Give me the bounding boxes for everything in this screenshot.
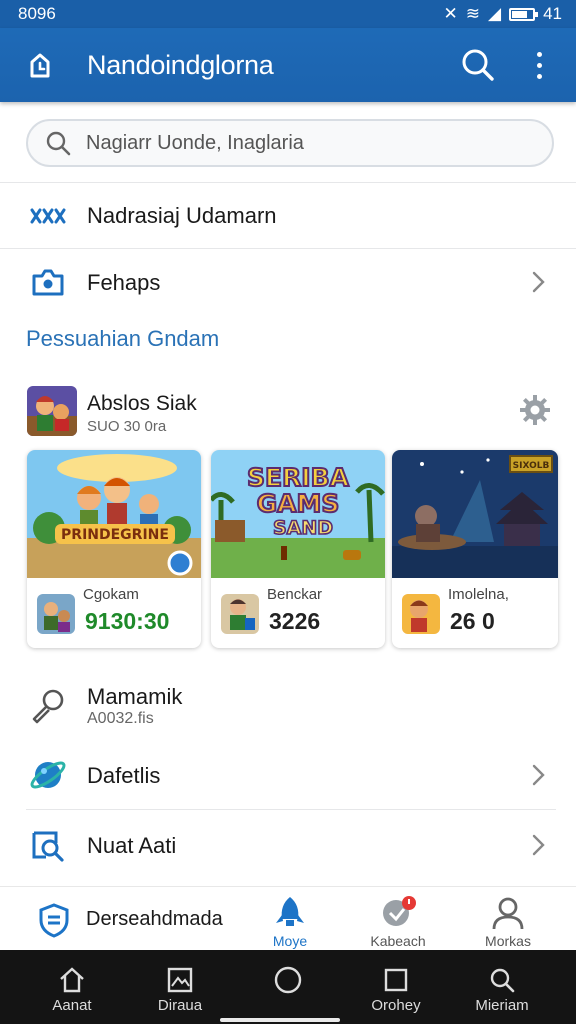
list-item-label: Nuat Aati xyxy=(87,833,177,858)
game-card-art: SIXOLB xyxy=(392,450,558,578)
rocket-icon xyxy=(276,897,304,926)
list-item-label: Mamamik xyxy=(87,684,183,709)
search-input[interactable]: Nagiarr Uonde, Inaglaria xyxy=(26,119,554,167)
game-card[interactable]: PRINDEGRINE Cgokam 9130:30 xyxy=(27,450,201,648)
nav-label: Orohey xyxy=(371,997,421,1014)
gallery-icon xyxy=(167,967,193,993)
clock-icon[interactable] xyxy=(24,50,56,82)
nav-orohey[interactable]: Orohey xyxy=(341,950,451,1024)
app-title: Nandoindglorna xyxy=(87,50,274,80)
search-icon xyxy=(490,968,515,993)
menu-item-label: Nadrasiaj Udamarn xyxy=(87,203,277,228)
home-indicator[interactable] xyxy=(220,1018,340,1022)
square-icon xyxy=(384,968,408,992)
mute-icon: ✕ xyxy=(443,4,458,23)
menu-item-nadrasiaj[interactable]: Nadrasiaj Udamarn xyxy=(0,185,576,247)
game-card-price: 3226 xyxy=(269,608,321,634)
shuffle-stars-icon xyxy=(28,196,68,236)
list-item-mamamik[interactable]: Mamamik A0032.fis xyxy=(0,676,576,738)
game-thumb xyxy=(221,594,259,634)
signal-icon: ◢ xyxy=(488,4,502,23)
game-card-art-text: SIXOLB xyxy=(513,461,550,471)
home-icon xyxy=(60,967,84,993)
featured-title: Abslos Siak xyxy=(87,392,197,415)
status-time: 8096 xyxy=(18,4,56,23)
nav-circle-home[interactable] xyxy=(233,950,343,1024)
game-card-price: 9130:30 xyxy=(85,608,170,634)
system-nav-bar: Aanat Diraua Orohey Mieriam xyxy=(0,950,576,1024)
tab-label: Derseahdmada xyxy=(86,908,223,930)
wrench-icon xyxy=(28,686,68,726)
game-thumb xyxy=(37,594,75,634)
app-bar: Nandoindglorna xyxy=(0,28,576,102)
divider xyxy=(0,248,576,249)
game-card-art-text: SERIBA xyxy=(247,463,350,492)
tab-moye[interactable]: Moye xyxy=(250,887,330,951)
person-icon xyxy=(492,897,524,930)
list-item-label: Dafetlis xyxy=(87,763,161,788)
chevron-right-icon xyxy=(532,834,545,856)
planet-icon xyxy=(28,755,68,795)
more-vertical-icon[interactable] xyxy=(524,47,554,83)
section-title: Pessuahian Gndam xyxy=(26,326,220,351)
nav-label: Mieriam xyxy=(475,997,529,1014)
nav-diraua[interactable]: Diraua xyxy=(125,950,235,1024)
battery-icon xyxy=(509,7,539,21)
nav-home[interactable]: Aanat xyxy=(17,950,127,1024)
tab-derseahdmada[interactable]: Derseahdmada xyxy=(0,887,250,951)
tab-label: Morkas xyxy=(485,933,531,949)
divider xyxy=(0,182,576,183)
wifi-icon: ≋ xyxy=(465,4,480,23)
list-item-nuat-aati[interactable]: Nuat Aati xyxy=(0,814,576,876)
game-card-art-text: GAMS xyxy=(257,489,340,518)
tab-kabeach[interactable]: Kabeach xyxy=(356,887,440,951)
nav-label: Aanat xyxy=(52,997,92,1014)
game-card-art: SERIBA GAMS SAND xyxy=(211,450,385,578)
game-card[interactable]: SERIBA GAMS SAND Benckar 3226 xyxy=(211,450,385,648)
game-card-art-text: PRINDEGRINE xyxy=(61,527,169,543)
game-card-art-text: SAND xyxy=(273,517,333,539)
menu-item-fehaps[interactable]: Fehaps xyxy=(0,251,576,313)
tab-label: Moye xyxy=(272,933,308,949)
divider xyxy=(26,809,556,810)
status-signal-text: 41 xyxy=(543,4,562,23)
game-thumb xyxy=(402,594,440,634)
search-window-icon xyxy=(28,825,68,865)
gear-icon[interactable] xyxy=(518,393,552,427)
circle-home-icon xyxy=(274,966,302,994)
game-card-price: 26 0 xyxy=(450,608,495,634)
game-card[interactable]: SIXOLB Imolelna, 26 0 xyxy=(392,450,558,648)
game-card-name: Benckar xyxy=(267,586,323,603)
shield-icon xyxy=(39,903,69,938)
nav-label: Diraua xyxy=(157,997,203,1014)
search-field-icon xyxy=(46,131,71,156)
notification-icon xyxy=(383,896,416,926)
featured-subtitle: SUO 30 0ra xyxy=(87,418,167,435)
search-placeholder: Nagiarr Uonde, Inaglaria xyxy=(86,131,304,154)
nav-mieriam[interactable]: Mieriam xyxy=(447,950,557,1024)
chevron-right-icon xyxy=(532,271,545,293)
search-icon[interactable] xyxy=(459,46,497,84)
game-card-name: Cgokam xyxy=(83,586,139,603)
list-item-dafetlis[interactable]: Dafetlis xyxy=(0,744,576,806)
camera-icon xyxy=(28,262,68,302)
status-bar: 8096 ✕ ≋ ◢ 41 xyxy=(0,0,576,28)
list-item-sub: A0032.fis xyxy=(87,710,154,727)
tab-label: Kabeach xyxy=(370,933,426,949)
menu-item-label: Fehaps xyxy=(87,270,161,295)
chevron-right-icon xyxy=(532,764,545,786)
game-card-art: PRINDEGRINE xyxy=(27,450,201,578)
tab-morkas[interactable]: Morkas xyxy=(466,887,550,951)
featured-app-icon[interactable] xyxy=(27,386,77,436)
status-icons: ✕ ≋ ◢ 41 xyxy=(444,4,563,24)
bottom-tab-bar: Derseahdmada Moye Kabeach Morkas xyxy=(0,886,576,950)
game-card-name: Imolelna, xyxy=(448,586,509,603)
